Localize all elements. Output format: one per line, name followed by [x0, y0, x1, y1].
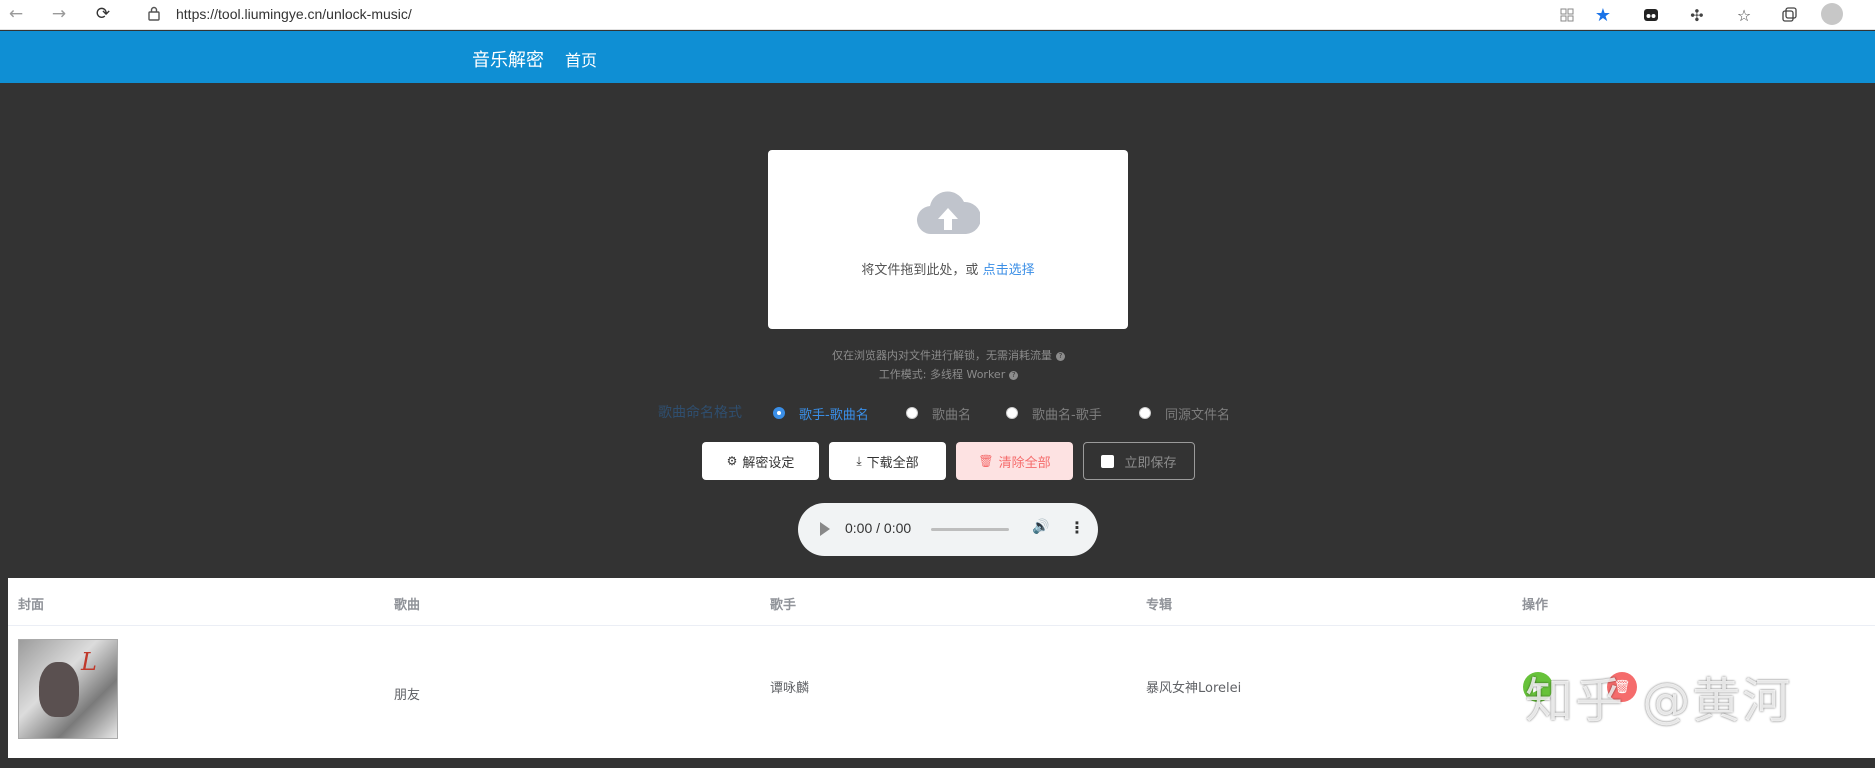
upload-dropzone[interactable]: 将文件拖到此处，或 点击选择	[768, 150, 1128, 329]
radio-dot	[773, 407, 785, 419]
radio-artist-song[interactable]: 歌手-歌曲名	[773, 405, 869, 423]
radio-source-filename[interactable]: 同源文件名	[1139, 405, 1230, 423]
radio-song-artist[interactable]: 歌曲名-歌手	[1006, 405, 1102, 423]
lock-icon[interactable]	[148, 6, 160, 25]
favorites-list-icon[interactable]: ☆	[1732, 3, 1756, 27]
more-options-icon[interactable]: ⋮	[1069, 518, 1085, 537]
checkbox[interactable]	[1101, 454, 1115, 468]
upload-prompt: 将文件拖到此处，或	[861, 263, 979, 278]
play-icon[interactable]	[820, 522, 830, 536]
cloud-upload-icon	[916, 190, 982, 240]
reload-icon[interactable]: ⟳	[91, 2, 115, 26]
local-decrypt-note: 仅在浏览器内对文件进行解锁，无需消耗流量	[832, 349, 1052, 362]
download-icon: ⤓	[856, 453, 862, 468]
profile-avatar[interactable]	[1821, 3, 1843, 25]
watermark: 知乎 @黄河	[1525, 673, 1793, 729]
volume-icon[interactable]: 🔊	[1032, 519, 1049, 535]
nav-home-link[interactable]: 首页	[565, 47, 597, 71]
forward-arrow-icon[interactable]: →	[47, 2, 71, 26]
radio-song[interactable]: 歌曲名	[906, 405, 971, 423]
audio-player[interactable]: 0:00 / 0:00 🔊 ⋮	[798, 503, 1098, 556]
collections-icon[interactable]	[1777, 3, 1801, 27]
save-now-toggle[interactable]: 立即保存	[1083, 442, 1195, 480]
site-header: 音乐解密 首页	[0, 31, 1875, 83]
download-all-button[interactable]: ⤓ 下载全部	[829, 442, 946, 480]
column-header-artist: 歌手	[770, 598, 797, 613]
address-bar[interactable]: https://tool.liumingye.cn/unlock-music/	[176, 6, 412, 22]
puzzle-icon[interactable]: ✣	[1685, 3, 1709, 27]
column-header-song: 歌曲	[394, 598, 421, 613]
radio-dot	[906, 407, 918, 419]
app-grid-icon[interactable]	[1555, 3, 1579, 27]
info-icon[interactable]: ?	[1009, 370, 1019, 380]
browser-toolbar: ← → ⟳ https://tool.liumingye.cn/unlock-m…	[0, 0, 1875, 30]
naming-format-label: 歌曲命名格式	[658, 405, 742, 421]
select-file-link[interactable]: 点击选择	[983, 263, 1035, 278]
header-divider	[8, 625, 1875, 626]
radio-dot	[1139, 407, 1151, 419]
seek-bar[interactable]	[931, 528, 1009, 531]
radio-dot	[1006, 407, 1018, 419]
favorite-star-icon[interactable]: ★	[1591, 3, 1615, 27]
column-header-album: 专辑	[1146, 598, 1173, 613]
extension-icon[interactable]	[1639, 3, 1663, 27]
decrypt-settings-button[interactable]: ⚙ 解密设定	[702, 442, 819, 480]
song-title: 朋友	[394, 688, 421, 703]
worker-mode-note: 工作模式: 多线程 Worker	[878, 368, 1006, 381]
back-arrow-icon[interactable]: ←	[4, 2, 28, 26]
gear-icon: ⚙	[726, 454, 738, 468]
info-icon[interactable]: ?	[1056, 351, 1065, 361]
artist-name: 谭咏麟	[770, 681, 810, 696]
column-header-actions: 操作	[1522, 598, 1549, 613]
album-name: 暴风女神Lorelei	[1146, 681, 1242, 696]
clear-all-button[interactable]: 🗑 清除全部	[956, 442, 1073, 480]
column-header-cover: 封面	[18, 598, 45, 613]
album-cover-image: L	[18, 639, 118, 739]
brand-title[interactable]: 音乐解密	[472, 46, 544, 72]
trash-icon: 🗑	[978, 454, 994, 468]
playback-time: 0:00 / 0:00	[845, 520, 912, 536]
